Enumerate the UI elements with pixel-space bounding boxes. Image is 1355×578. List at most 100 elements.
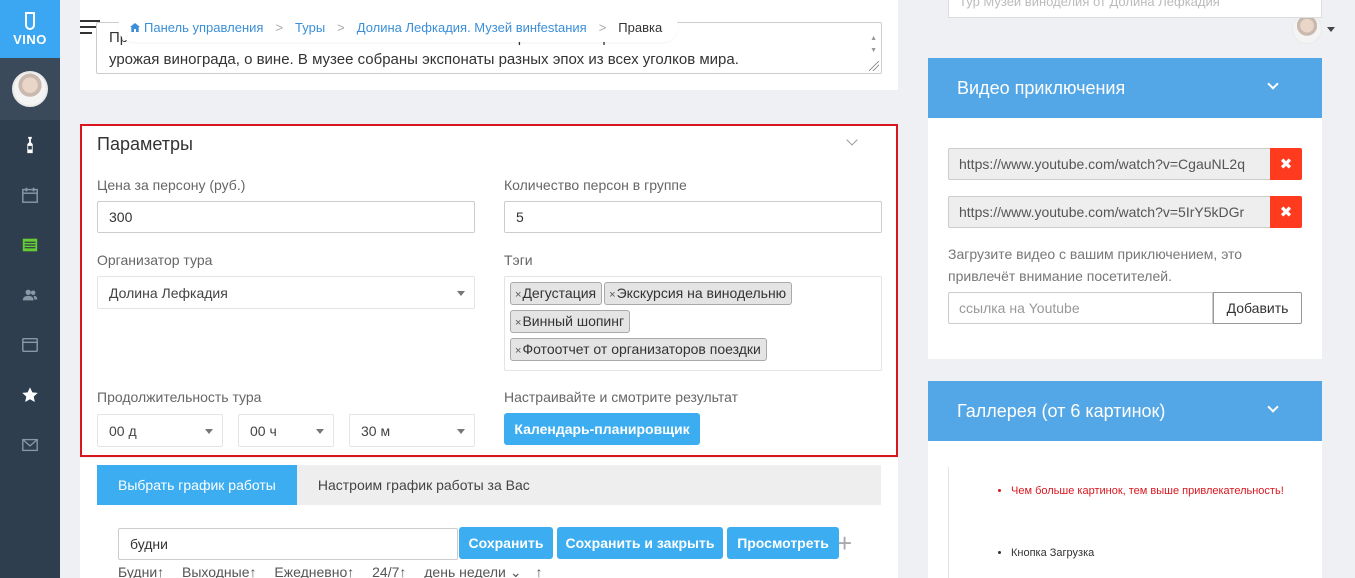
delete-video-button[interactable]: ✖: [1270, 148, 1302, 180]
star-icon: [22, 387, 38, 403]
sidebar-item-calendar[interactable]: [0, 170, 60, 220]
gallery-note: Чем больше картинок, тем выше привлекате…: [1011, 483, 1302, 500]
gallery-upload: Кнопка Загрузка: [948, 529, 1302, 578]
app-logo[interactable]: VINO: [0, 0, 60, 58]
calendar-icon: [22, 187, 38, 203]
schedule-tabs: Выбрать график работы Настроим график ра…: [97, 465, 881, 505]
textarea-scroll-arrows[interactable]: ▲ ▼: [870, 33, 877, 57]
video-add-row: ссылка на Youtube Добавить: [948, 292, 1302, 324]
video-url-field[interactable]: https://www.youtube.com/watch?v=CgauNL2q: [948, 148, 1270, 180]
bottle-icon: [27, 136, 33, 154]
video-card-title: Видео приключения: [957, 77, 1126, 98]
tag-remove-icon[interactable]: ×: [609, 289, 615, 301]
breadcrumb-tour-name[interactable]: Долина Лефкадия. Музей винfestания: [357, 20, 587, 35]
tag-chip[interactable]: ×Дегустация: [510, 282, 603, 305]
duration-hours-select[interactable]: 00 ч: [238, 414, 334, 447]
tags-label: Тэги: [504, 252, 533, 268]
collapse-chevron-icon[interactable]: [846, 134, 858, 146]
close-icon: ✖: [1279, 204, 1293, 221]
price-label: Цена за персону (руб.): [97, 177, 246, 193]
avatar: [12, 71, 48, 107]
sidebar-item-mail[interactable]: [0, 420, 60, 470]
chevron-down-icon[interactable]: ⌄: [510, 564, 522, 578]
close-icon: ✖: [1279, 156, 1293, 173]
resize-grip[interactable]: [869, 61, 879, 71]
planner-button[interactable]: Календарь-планировщик: [504, 413, 700, 445]
duration-minutes-select[interactable]: 30 м: [349, 414, 475, 447]
parameters-title: Параметры: [97, 134, 193, 154]
schedule-card: Выбрать график работы Настроим график ра…: [80, 458, 898, 578]
sort-247[interactable]: 24/7↑: [372, 564, 406, 578]
video-url-field[interactable]: https://www.youtube.com/watch?v=5IrY5kDG…: [948, 196, 1270, 228]
window-icon: [22, 337, 38, 353]
description-line-2: урожая винограда, о вине. В музее собран…: [109, 51, 739, 68]
video-card: Видео приключения https://www.youtube.co…: [928, 58, 1322, 359]
chevron-down-icon: [1327, 26, 1335, 32]
user-avatar: [1292, 14, 1322, 44]
duration-label: Продолжительность тура: [97, 389, 262, 405]
delete-video-button[interactable]: ✖: [1270, 196, 1302, 228]
sort-weekday-select[interactable]: день недели: [424, 564, 506, 578]
tag-chip[interactable]: ×Экскурсия на винодельню: [604, 282, 793, 305]
organizer-label: Организатор тура: [97, 252, 213, 268]
mail-icon: [22, 438, 38, 452]
youtube-link-input[interactable]: ссылка на Youtube: [948, 292, 1213, 324]
schedule-sort-row: Будни↑ Выходные↑ Ежедневно↑ 24/7↑ день н…: [118, 564, 556, 578]
chevron-down-icon[interactable]: [1267, 78, 1279, 90]
gallery-card-header[interactable]: Галлерея (от 6 картинок): [928, 381, 1322, 441]
preview-button[interactable]: Просмотреть: [727, 527, 839, 559]
video-url-row: https://www.youtube.com/watch?v=5IrY5kDG…: [948, 196, 1302, 228]
save-button[interactable]: Сохранить: [459, 527, 553, 559]
organizer-select[interactable]: Долина Лефкадия: [97, 276, 475, 309]
breadcrumb-tours[interactable]: Туры: [295, 20, 325, 35]
add-video-button[interactable]: Добавить: [1213, 292, 1302, 324]
tag-remove-icon[interactable]: ×: [515, 345, 521, 357]
wine-glass-icon: [25, 11, 35, 30]
tag-chip[interactable]: ×Фотоотчет от организаторов поездки: [510, 338, 767, 361]
group-size-label: Количество персон в группе: [504, 177, 687, 193]
sort-weekends[interactable]: Выходные↑: [182, 564, 256, 578]
video-url-row: https://www.youtube.com/watch?v=CgauNL2q…: [948, 148, 1302, 180]
list-icon: [22, 238, 38, 252]
tags-input[interactable]: ×Дегустация ×Экскурсия на винодельню ×Вин…: [504, 276, 882, 371]
add-schedule-icon[interactable]: +: [837, 528, 852, 559]
sidebar-item-window[interactable]: [0, 320, 60, 370]
tour-name-input[interactable]: Тур Музей виноделия от Долина Лефкадия: [948, 0, 1322, 18]
duration-days-select[interactable]: 00 д: [97, 414, 223, 447]
user-menu[interactable]: [1292, 14, 1335, 44]
sidebar-item-users[interactable]: [0, 270, 60, 320]
tag-remove-icon[interactable]: ×: [515, 317, 521, 329]
sidebar-item-list[interactable]: [0, 220, 60, 270]
video-hint: Загрузите видео с вашим приключением, эт…: [948, 246, 1243, 284]
parameters-card: Параметры Цена за персону (руб.) 300 Кол…: [80, 124, 898, 457]
home-icon: [130, 22, 140, 32]
tag-remove-icon[interactable]: ×: [515, 289, 521, 301]
sort-arrow[interactable]: ↑: [535, 564, 542, 578]
gallery-card: Галлерея (от 6 картинок) Чем больше карт…: [928, 381, 1322, 578]
planner-label: Настраивайте и смотрите результат: [504, 389, 739, 405]
gallery-upload-note: Кнопка Загрузка: [1011, 545, 1302, 562]
sidebar-item-favorites[interactable]: [0, 370, 60, 420]
breadcrumb-current: Правка: [618, 19, 663, 35]
price-input[interactable]: 300: [97, 201, 475, 233]
tab-setup-schedule[interactable]: Настроим график работы за Вас: [297, 465, 551, 505]
sidebar-item-tours[interactable]: [0, 120, 60, 170]
sidebar: VINO: [0, 0, 60, 578]
logo-text: VINO: [13, 31, 47, 47]
tab-choose-schedule[interactable]: Выбрать график работы: [97, 465, 297, 505]
menu-toggle-icon[interactable]: [80, 20, 100, 34]
sort-weekdays[interactable]: Будни↑: [118, 564, 164, 578]
users-icon: [22, 289, 38, 301]
breadcrumb-dashboard[interactable]: Панель управления: [144, 20, 263, 35]
schedule-input[interactable]: будни: [118, 528, 458, 560]
sort-daily[interactable]: Ежедневно↑: [274, 564, 354, 578]
video-card-header[interactable]: Видео приключения: [928, 58, 1322, 118]
gallery-card-title: Галлерея (от 6 картинок): [957, 400, 1166, 421]
breadcrumb: Панель управления > Туры > Долина Лефкад…: [118, 12, 679, 42]
chevron-down-icon[interactable]: [1267, 401, 1279, 413]
save-close-button[interactable]: Сохранить и закрыть: [557, 527, 723, 559]
sidebar-avatar[interactable]: [0, 58, 60, 120]
group-size-input[interactable]: 5: [504, 201, 882, 233]
gallery-notes: Чем больше картинок, тем выше привлекате…: [948, 467, 1302, 529]
tag-chip[interactable]: ×Винный шопинг: [510, 310, 631, 333]
